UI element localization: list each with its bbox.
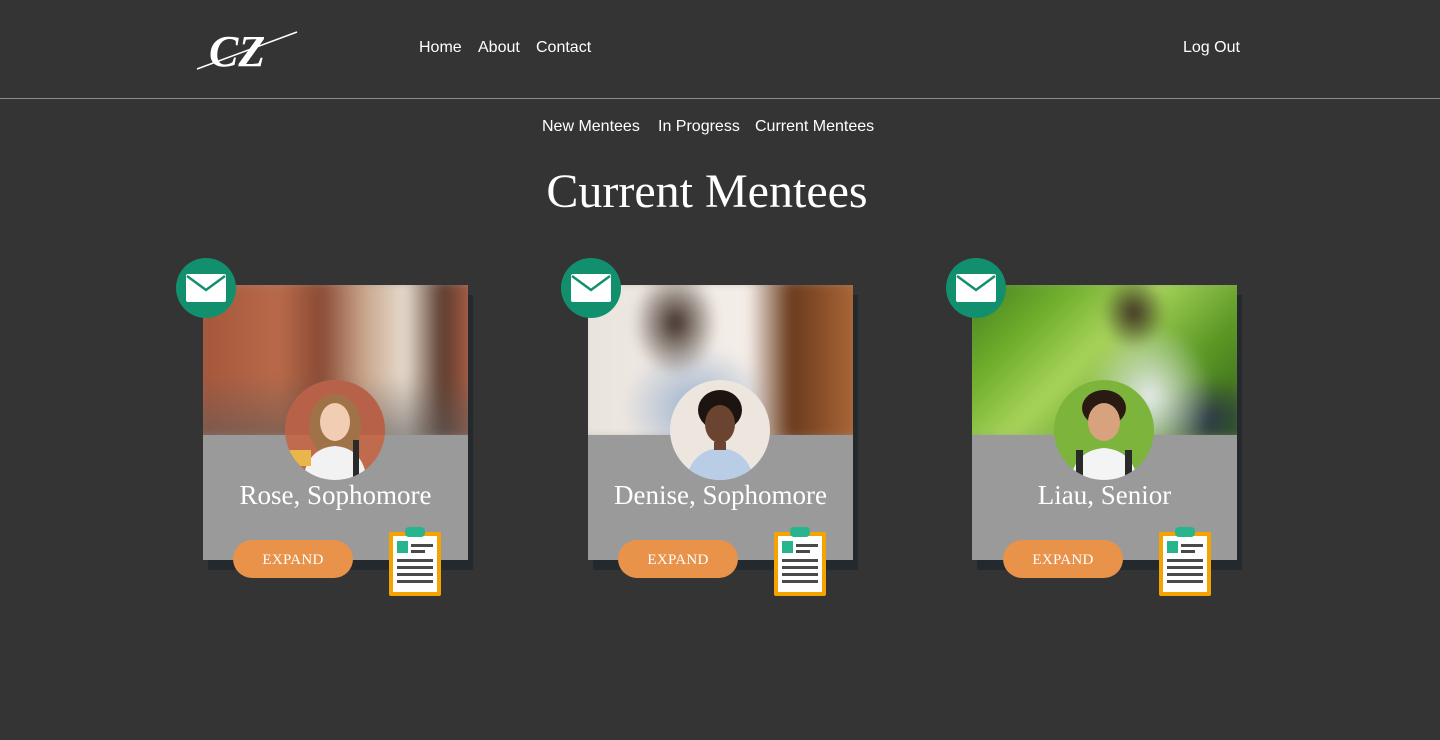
envelope-icon[interactable] xyxy=(561,258,621,318)
svg-text:CZ: CZ xyxy=(209,27,265,72)
mentee-avatar xyxy=(1054,380,1154,480)
tab-in-progress[interactable]: In Progress xyxy=(658,118,740,136)
page-title: Current Mentees xyxy=(546,165,868,218)
envelope-icon[interactable] xyxy=(176,258,236,318)
card-body: Denise, Sophomore xyxy=(588,285,853,560)
clipboard-icon[interactable] xyxy=(1158,527,1212,597)
mentee-card: Liau, Senior xyxy=(972,285,1242,570)
mentee-name: Liau, Senior xyxy=(1037,480,1172,510)
logout-link[interactable]: Log Out xyxy=(1183,39,1240,57)
top-navigation-bar: CZ Home About Contact Log Out xyxy=(0,0,1440,99)
mentee-avatar xyxy=(670,380,770,480)
mentee-avatar xyxy=(285,380,385,480)
cz-logo-graphic: CZ xyxy=(196,27,298,72)
tab-new-mentees[interactable]: New Mentees xyxy=(542,118,640,136)
tab-current-mentees[interactable]: Current Mentees xyxy=(755,118,874,136)
envelope-icon[interactable] xyxy=(946,258,1006,318)
card-body: Liau, Senior xyxy=(972,285,1237,560)
nav-contact-link[interactable]: Contact xyxy=(536,39,591,57)
expand-button[interactable]: EXPAND xyxy=(1003,540,1123,578)
mentee-card: Rose, Sophomore xyxy=(203,285,473,570)
brand-logo[interactable]: CZ xyxy=(195,26,299,72)
nav-about-link[interactable]: About xyxy=(478,39,520,57)
expand-button[interactable]: EXPAND xyxy=(618,540,738,578)
nav-home-link[interactable]: Home xyxy=(419,39,462,57)
card-body: Rose, Sophomore xyxy=(203,285,468,560)
expand-button[interactable]: EXPAND xyxy=(233,540,353,578)
mentee-name: Denise, Sophomore xyxy=(614,480,827,510)
clipboard-icon[interactable] xyxy=(773,527,827,597)
mentee-card: Denise, Sophomore xyxy=(588,285,858,570)
mentee-name: Rose, Sophomore xyxy=(239,480,432,510)
clipboard-icon[interactable] xyxy=(388,527,442,597)
